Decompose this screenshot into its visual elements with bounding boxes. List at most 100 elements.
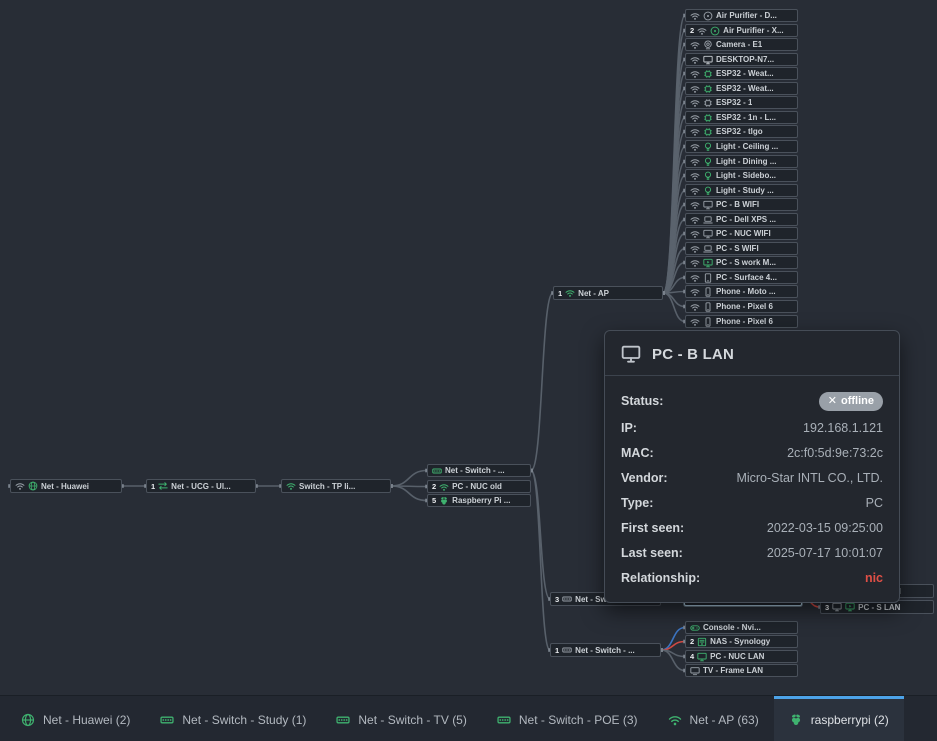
wifi-icon [690,157,700,167]
tab-label: Net - AP (63) [690,713,759,727]
node-pc-nuc-lan[interactable]: 4PC - NUC LAN [685,650,798,663]
switch-icon [336,713,350,727]
detail-value: 2025-07-17 10:01:07 [767,546,883,561]
node-net-ap[interactable]: 1Net - AP [553,286,663,300]
globe-icon [28,481,38,491]
detail-row-relationship: Relationship: nic [621,571,883,586]
node-pc-nuc-old[interactable]: 2PC - NUC old [427,480,531,493]
phone-icon [703,287,713,297]
tab-net-huawei[interactable]: Net - Huawei (2) [6,696,145,741]
wifi-icon [690,127,700,137]
globe-icon [21,713,35,727]
wifi-icon [690,258,700,268]
node-dev18[interactable]: PC - Surface 4... [685,271,798,284]
detail-row-type: Type: PC [621,496,883,511]
node-sw-tv[interactable]: Net - Switch - ... [427,464,531,477]
wifi-icon [690,302,700,312]
node-raspi-old[interactable]: 5Raspberry Pi ... [427,494,531,507]
node-dev11[interactable]: Light - Sidebo... [685,169,798,182]
node-dev3[interactable]: DESKTOP-N7... [685,53,798,66]
node-dev0[interactable]: Air Purifier - D... [685,9,798,22]
node-label: Net - Switch - ... [445,466,505,475]
wifi-icon [690,229,700,239]
node-dev21[interactable]: Phone - Pixel 6 [685,315,798,328]
wifi-icon [690,171,700,181]
node-dev7[interactable]: ESP32 - 1n - L... [685,111,798,124]
node-label: PC - S work M... [716,258,776,267]
wifi-icon [690,273,700,283]
node-badge: 2 [432,482,436,491]
detail-value: nic [865,571,883,586]
node-dev16[interactable]: PC - S WIFI [685,242,798,255]
wifi-icon [668,713,682,727]
node-label: ESP32 - 1 [716,98,752,107]
edge-sw-tv-to-sw-poe [531,471,550,600]
detail-row-mac: MAC: 2c:f0:5d:9e:73:2c [621,446,883,461]
wifi-icon [690,40,700,50]
node-dev2[interactable]: Camera - E1 [685,38,798,51]
node-tv-frame[interactable]: TV - Frame LAN [685,664,798,677]
node-dev8[interactable]: ESP32 - tlgo [685,125,798,138]
node-dev19[interactable]: Phone - Moto ... [685,285,798,298]
tab-raspberrypi[interactable]: raspberrypi (2) [774,696,904,741]
wifi-icon [690,55,700,65]
node-label: PC - NUC WIFI [716,229,771,238]
node-dev17[interactable]: PC - S work M... [685,256,798,269]
node-dev15[interactable]: PC - NUC WIFI [685,227,798,240]
offline-x-icon: ✕ [828,394,837,409]
detail-label: First seen: [621,521,684,536]
tab-net-switch-study[interactable]: Net - Switch - Study (1) [145,696,321,741]
desktop-icon [832,602,842,612]
detail-label: IP: [621,421,637,436]
tab-label: raspberrypi (2) [811,713,889,727]
node-label: Net - Switch - ... [575,646,635,655]
topology-canvas[interactable]: PC - B LAN Status: ✕offline IP: 192.168.… [0,0,937,741]
node-sw-study[interactable]: 1Net - Switch - ... [550,643,661,657]
node-ucg[interactable]: 1Net - UCG - Ul... [146,479,256,493]
node-badge: 2 [690,637,694,646]
node-dev4[interactable]: ESP32 - Weat... [685,67,798,80]
node-dev6[interactable]: ESP32 - 1 [685,96,798,109]
raspberry-icon [439,496,449,506]
node-dev14[interactable]: PC - Dell XPS ... [685,213,798,226]
tab-net-switch-tv[interactable]: Net - Switch - TV (5) [321,696,481,741]
shuffle-icon [158,481,168,491]
desktop-icon [703,200,713,210]
node-dev20[interactable]: Phone - Pixel 6 [685,300,798,313]
tab-net-ap[interactable]: Net - AP (63) [653,696,774,741]
node-label: Phone - Moto ... [716,287,776,296]
node-label: Light - Ceiling ... [716,142,778,151]
detail-row-status: Status: ✕ offline [621,392,883,411]
tab-net-switch-poe[interactable]: Net - Switch - POE (3) [482,696,653,741]
laptop-icon [703,244,713,254]
node-label: Net - Huawei [41,482,89,491]
edge-net-ap-to-dev21 [663,293,685,322]
wifi-icon [697,26,707,36]
node-dev5[interactable]: ESP32 - Weat... [685,82,798,95]
node-label: Light - Study ... [716,186,774,195]
wifi-icon [690,200,700,210]
monitor-icon [703,258,713,268]
node-dev1[interactable]: 2Air Purifier - X... [685,24,798,37]
node-tp[interactable]: Switch - TP li... [281,479,391,493]
edge-tp-to-raspi-old [391,486,427,501]
chip-icon [703,69,713,79]
raspberry-icon [789,713,803,727]
node-nas[interactable]: 2NAS - Synology [685,635,798,648]
node-label: ESP32 - 1n - L... [716,113,776,122]
node-label: Light - Dining ... [716,157,776,166]
node-huawei[interactable]: Net - Huawei [10,479,122,493]
node-console[interactable]: Console - Nvi... [685,621,798,634]
node-dev10[interactable]: Light - Dining ... [685,155,798,168]
status-text: offline [841,394,874,409]
fan-icon [710,26,720,36]
node-dev9[interactable]: Light - Ceiling ... [685,140,798,153]
node-dev12[interactable]: Light - Study ... [685,184,798,197]
node-label: PC - S LAN [858,603,900,612]
switch-icon [160,713,174,727]
node-badge: 3 [555,595,559,604]
node-dev13[interactable]: PC - B WIFI [685,198,798,211]
chip-icon [703,84,713,94]
detail-label: Status: [621,394,663,409]
tab-label: Net - Huawei (2) [43,713,130,727]
